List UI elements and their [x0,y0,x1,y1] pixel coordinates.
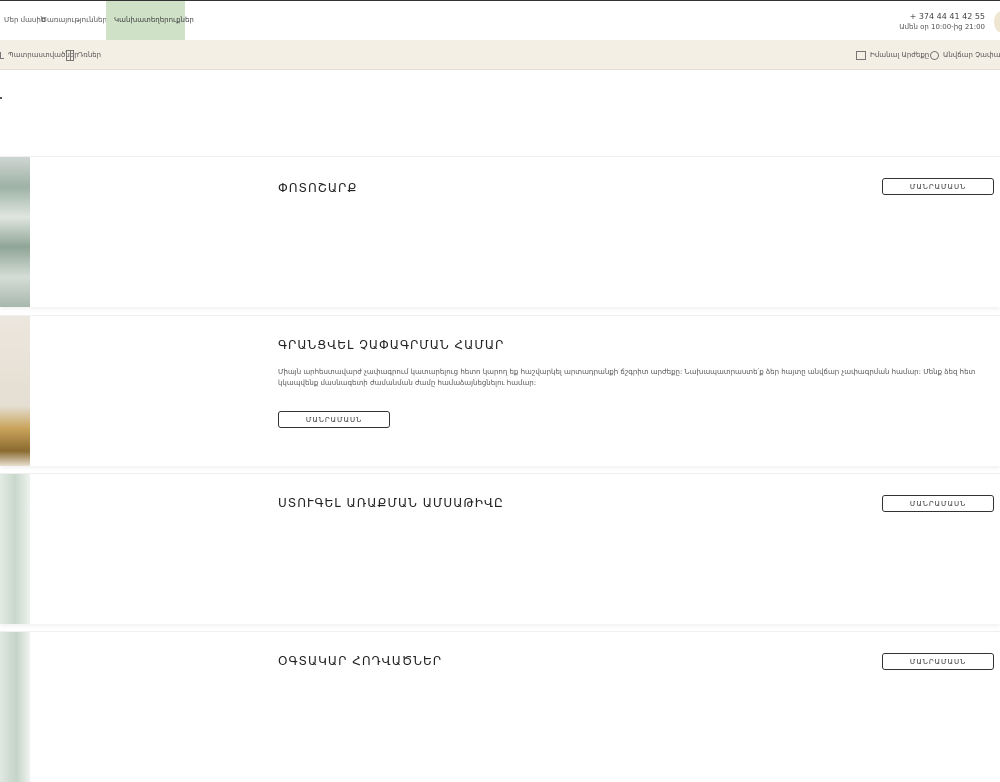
details-button[interactable]: ՄԱՆՐԱՄԱՍՆ [882,495,994,512]
card-title[interactable]: ՓՈՏՈՇԱՐՔ [278,181,357,195]
details-button[interactable]: ՄԱՆՐԱՄԱՍՆ [278,411,390,428]
category-card[interactable]: ԳՐԱՆՑՎԵԼ ՉԱՓԱԳՐՄԱՆ ՀԱՄԱՐ Միայն արհեստավա… [0,315,1000,466]
card-title[interactable]: ՍՏՈՒԳԵԼ ԱՌԱՔՄԱՆ ԱՄՍԱԹԻՎԸ [278,496,504,510]
subnav-item-label: Իմանալ Արժեքը [870,51,930,59]
card-title[interactable]: ՕԳՏԱԿԱՐ ՀՈԴՎԱԾՆԵՐ [278,654,442,668]
card-image[interactable] [0,157,30,307]
top-nav: Մեր մասին Ծառայություններ Կանխատեղերուքն… [0,0,1000,40]
subnav-item-measure[interactable]: Անվճար Չափագրում [930,40,1000,70]
avatar[interactable] [994,11,1000,33]
card-description: Միայն արհեստավարժ չափագրում կատարելուց հ… [278,368,976,387]
sub-nav: Պատրաստվածներ Դռներ Իմանալ Արժեքը Անվճար… [0,40,1000,70]
subnav-item-price[interactable]: Իմանալ Արժեքը [856,40,929,70]
card-image[interactable] [0,316,30,466]
contact-info: + 374 44 41 42 55 Ամեն օր 10:00-ից 21:00 [899,11,985,33]
category-card[interactable]: ՍՏՈՒԳԵԼ ԱՌԱՔՄԱՆ ԱՄՍԱԹԻՎԸ ՄԱՆՐԱՄԱՍՆ [0,473,1000,624]
category-card[interactable]: ՕԳՏԱԿԱՐ ՀՈԴՎԱԾՆԵՐ ՄԱՆՐԱՄԱՍՆ [0,631,1000,782]
hook-icon [0,51,4,59]
phone-number[interactable]: + 374 44 41 42 55 [899,11,985,22]
circle-icon [930,50,939,60]
subnav-item-label: Անվճար Չափագրում [943,51,1000,59]
tab-services[interactable]: Ծառայություններ [33,1,113,40]
tab-projects[interactable]: Կանխատեղերուքներ [106,1,194,40]
category-card[interactable]: ՓՈՏՈՇԱՐՔ ՄԱՆՐԱՄԱՍՆ [0,156,1000,307]
breadcrumb-dot [0,97,2,99]
image-icon [856,50,866,60]
details-button[interactable]: ՄԱՆՐԱՄԱՍՆ [882,653,994,670]
card-title[interactable]: ԳՐԱՆՑՎԵԼ ՉԱՓԱԳՐՄԱՆ ՀԱՄԱՐ [278,338,504,352]
working-hours: Ամեն օր 10:00-ից 21:00 [899,23,985,31]
card-image[interactable] [0,632,30,782]
card-image[interactable] [0,474,30,624]
details-button[interactable]: ՄԱՆՐԱՄԱՍՆ [882,178,994,195]
subnav-item-doors[interactable]: Դռներ [66,40,101,70]
cabinet-icon [66,49,74,61]
subnav-item-label: Դռներ [78,51,102,59]
